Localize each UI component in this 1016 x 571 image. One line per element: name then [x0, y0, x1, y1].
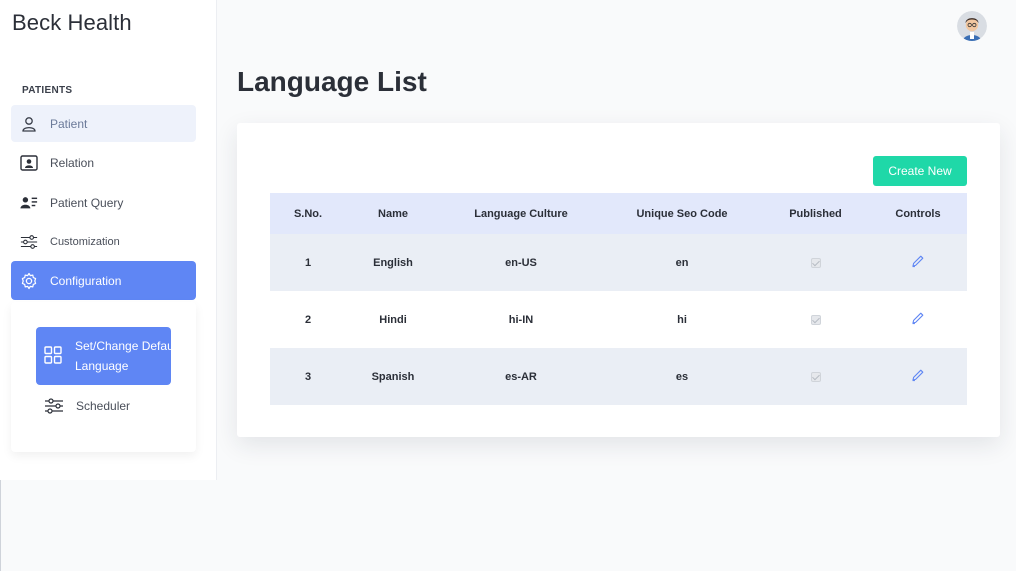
user-icon — [20, 115, 38, 133]
page-title: Language List — [237, 66, 427, 97]
cell-sno: 1 — [270, 234, 346, 291]
table-row: 3 Spanish es-AR es — [270, 348, 967, 405]
gear-icon — [20, 272, 38, 290]
sidebar-item-configuration[interactable]: Configuration — [11, 261, 196, 300]
cell-seo-code: hi — [602, 291, 762, 348]
table-header-row: S.No. Name Language Culture Unique Seo C… — [270, 193, 967, 234]
cell-language-culture: es-AR — [440, 348, 602, 405]
cell-controls — [869, 348, 967, 405]
edit-icon[interactable] — [911, 368, 925, 385]
contact-card-icon — [20, 154, 38, 172]
cell-name: English — [346, 234, 440, 291]
sidebar-item-label: Patient — [50, 116, 88, 131]
column-header-name: Name — [346, 193, 440, 234]
edit-icon[interactable] — [911, 254, 925, 271]
cell-sno: 2 — [270, 291, 346, 348]
submenu-item-scheduler[interactable]: Scheduler — [44, 395, 130, 417]
sidebar-item-label: Configuration — [50, 273, 122, 288]
table-row: 1 English en-US en — [270, 234, 967, 291]
edit-icon[interactable] — [911, 311, 925, 328]
cell-name: Spanish — [346, 348, 440, 405]
cell-language-culture: hi-IN — [440, 291, 602, 348]
cell-seo-code: en — [602, 234, 762, 291]
cell-controls — [869, 291, 967, 348]
section-title-patients: PATIENTS — [22, 85, 73, 96]
brand-title: Beck Health — [12, 10, 132, 35]
cell-language-culture: en-US — [440, 234, 602, 291]
column-header-language-culture: Language Culture — [440, 193, 602, 234]
published-checkbox[interactable] — [810, 371, 821, 382]
cell-published — [762, 234, 869, 291]
submenu-item-label: Scheduler — [76, 399, 131, 413]
published-checkbox[interactable] — [810, 314, 821, 325]
create-new-button[interactable]: Create New — [873, 156, 967, 186]
grid-icon — [44, 346, 62, 370]
sidebar-item-customization[interactable]: Customization — [11, 223, 196, 260]
cell-controls — [869, 234, 967, 291]
sidebar-item-label: Customization — [50, 235, 120, 248]
user-avatar[interactable] — [957, 11, 987, 41]
sidebar-item-patient-query[interactable]: Patient Query — [11, 184, 196, 221]
cell-sno: 3 — [270, 348, 346, 405]
column-header-controls: Controls — [869, 193, 967, 234]
sidebar-item-label: Relation — [50, 155, 95, 170]
column-header-sno: S.No. — [270, 193, 346, 234]
column-header-published: Published — [762, 193, 869, 234]
language-table: S.No. Name Language Culture Unique Seo C… — [270, 193, 967, 405]
avatar-icon — [957, 11, 987, 41]
user-list-icon — [20, 194, 38, 212]
sidebar: Beck Health PATIENTS Patient Relation Pa… — [0, 0, 217, 480]
cell-seo-code: es — [602, 348, 762, 405]
sliders-icon — [20, 233, 38, 251]
sidebar-item-patient[interactable]: Patient — [11, 105, 196, 142]
sidebar-item-label: Patient Query — [50, 195, 124, 210]
sliders-icon — [44, 398, 64, 414]
cell-published — [762, 348, 869, 405]
table-row: 2 Hindi hi-IN hi — [270, 291, 967, 348]
cell-name: Hindi — [346, 291, 440, 348]
submenu-item-label: Set/Change Default Language — [75, 339, 171, 373]
submenu-item-set-default-language[interactable]: Set/Change Default Language — [36, 327, 171, 385]
published-checkbox[interactable] — [810, 257, 821, 268]
sidebar-item-relation[interactable]: Relation — [11, 144, 196, 181]
cell-published — [762, 291, 869, 348]
column-header-unique-seo-code: Unique Seo Code — [602, 193, 762, 234]
